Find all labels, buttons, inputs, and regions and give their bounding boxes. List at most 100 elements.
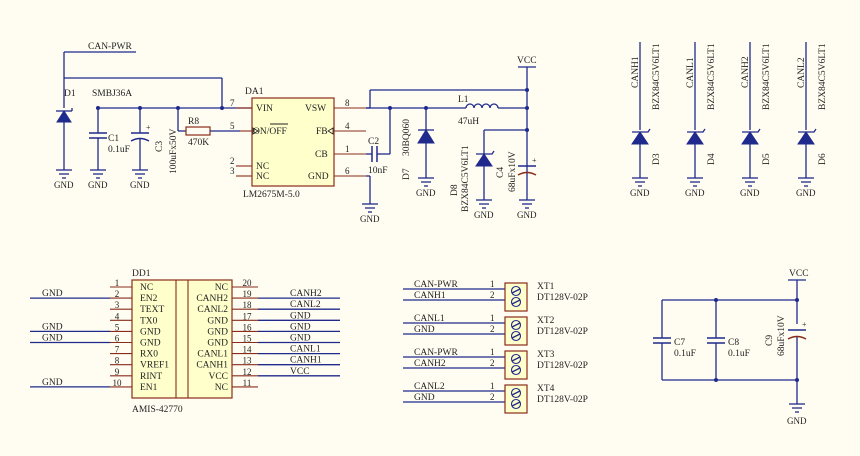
svg-text:GND: GND [787,416,807,426]
diode-d7: D7 30BQ060 GND [402,106,436,198]
c4-value: 68uFx10V [508,151,518,192]
svg-text:16: 16 [243,322,253,332]
tvs-value: BZX84C5V6LT1 [762,43,772,110]
gnd-label: GND [685,188,705,198]
vcc-label-top: VCC [517,56,537,66]
l1-ref: L1 [458,95,469,105]
svg-text:6: 6 [115,334,120,344]
svg-text:GND: GND [414,325,435,335]
svg-text:NC: NC [215,283,228,293]
svg-text:3: 3 [230,166,235,176]
tvs-diode-d5: CANH2 BZX84C5V6LT1D5GND [740,42,772,198]
svg-text:GND: GND [42,289,63,299]
svg-text:17: 17 [243,311,253,321]
svg-text:VSW: VSW [305,104,326,114]
svg-text:NC: NC [256,172,269,182]
svg-text:GND: GND [88,180,108,190]
svg-text:GND: GND [207,339,228,349]
svg-text:CANH2: CANH2 [196,294,228,304]
svg-text:GND: GND [416,188,436,198]
svg-text:7: 7 [115,345,120,355]
svg-text:VIN: VIN [256,104,273,114]
svg-text:68uFx10V: 68uFx10V [777,315,787,356]
svg-text:2: 2 [230,156,235,166]
svg-text:ON/OFF: ON/OFF [253,127,287,137]
c1-value: 0.1uF [108,145,130,155]
svg-text:TX0: TX0 [140,316,158,326]
r8-ref: R8 [188,117,199,127]
capacitor-c3: + C3 100uFx50V GND [130,108,179,190]
svg-text:12: 12 [243,367,252,377]
svg-text:+: + [802,320,807,329]
tvs-ref: D5 [762,153,772,165]
diode-d1: D1 SMBJ36A GND [54,78,132,190]
svg-text:19: 19 [243,289,253,299]
svg-text:14: 14 [243,345,253,355]
svg-text:GND: GND [414,393,435,403]
tvs-ref: D6 [818,153,828,165]
svg-text:4: 4 [345,121,350,131]
svg-text:3: 3 [115,300,120,310]
d7-ref: D7 [402,168,412,180]
power-supply-section: CAN-PWR D1 SMBJ36A GND C1 0.1uF GND + C3… [54,42,537,224]
dd1-part: AMIS-42770 [132,405,183,415]
c2-value: 10nF [368,166,388,176]
connector-part: DT128V-02P [537,361,588,371]
svg-text:CANH1: CANH1 [196,361,228,371]
connector-xt1: CAN-PWR 1 CANH1 2 XT1DT128V-02P [403,279,588,312]
svg-text:CANH2: CANH2 [414,359,446,369]
svg-text:CANL1: CANL1 [197,350,228,360]
connector-ref: XT1 [537,282,555,292]
svg-text:2: 2 [490,358,495,368]
svg-text:GND: GND [360,214,380,224]
svg-text:2: 2 [115,289,120,299]
svg-text:11: 11 [243,378,252,388]
gnd-label: GND [54,180,74,190]
svg-text:C8: C8 [728,338,739,348]
svg-text:GND: GND [290,334,311,344]
svg-text:CANL2: CANL2 [414,382,445,392]
svg-text:EN1: EN1 [140,383,158,393]
da1-part: LM2675M-5.0 [243,190,300,200]
svg-text:GND: GND [290,322,311,332]
connector-ref: XT2 [537,316,555,326]
inductor-l1: L1 47uH [458,95,527,127]
svg-text:18: 18 [243,300,253,310]
tvs-ref: D4 [707,153,717,165]
connector-part: DT128V-02P [537,395,588,405]
svg-text:1: 1 [490,313,495,323]
svg-text:VCC: VCC [208,372,228,382]
svg-text:NC: NC [140,283,153,293]
gnd-label: GND [740,188,760,198]
svg-text:C7: C7 [674,338,685,348]
svg-text:1: 1 [490,279,495,289]
svg-text:GND: GND [42,322,63,332]
svg-text:+: + [532,156,537,165]
svg-text:7: 7 [230,98,235,108]
gnd-label: GND [796,188,816,198]
svg-text:EN2: EN2 [140,294,158,304]
svg-text:GND: GND [517,210,537,220]
svg-text:FB: FB [316,127,328,137]
dd1-ref: DD1 [132,269,151,279]
svg-text:13: 13 [243,356,253,366]
connector-xt2: CANL1 1 GND 2 XT2DT128V-02P [403,313,588,346]
tvs-diode-d4: CANL1 BZX84C5V6LT1D4GND [685,42,717,198]
tvs-diode-d6: CANL2 BZX84C5V6LT1D6GND [796,42,828,198]
svg-text:8: 8 [115,356,120,366]
tvs-array-section: CANH1 BZX84C5V6LT1D3GNDCANL1 BZX84C5V6LT1D… [630,42,828,198]
tvs-value: BZX84C5V6LT1 [818,43,828,110]
svg-text:GND: GND [42,378,63,388]
c1-ref: C1 [108,134,119,144]
svg-text:1: 1 [490,347,495,357]
svg-text:GND: GND [290,311,311,321]
svg-text:5: 5 [230,121,235,131]
svg-text:TEXT: TEXT [140,305,164,315]
svg-text:RINT: RINT [140,372,162,382]
svg-text:2: 2 [490,392,495,402]
svg-text:15: 15 [243,334,253,344]
svg-text:GND: GND [42,334,63,344]
svg-text:CANH2: CANH2 [290,289,322,299]
tvs-value: BZX84C5V6LT1 [652,43,662,110]
l1-value: 47uH [458,117,479,127]
